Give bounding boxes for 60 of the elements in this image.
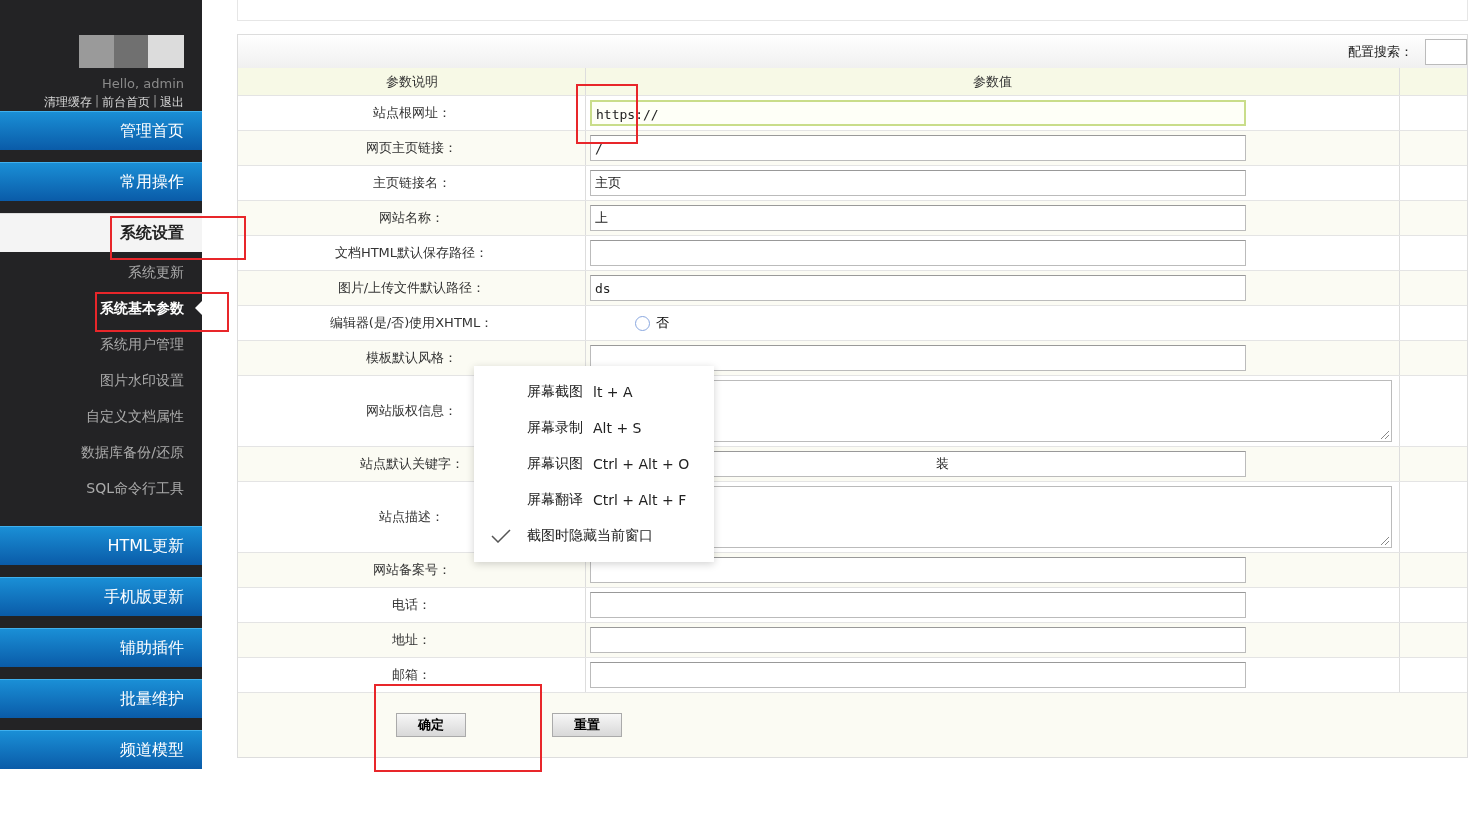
input-field[interactable]	[590, 240, 1246, 266]
submenu-item[interactable]: 自定义文档属性	[0, 398, 202, 434]
input-field[interactable]: 上	[590, 205, 1246, 231]
input-field[interactable]: /	[590, 135, 1246, 161]
menu-bar[interactable]: HTML更新	[0, 526, 202, 565]
column-header: 参数值	[586, 68, 1400, 95]
pointer-icon	[195, 301, 202, 315]
menu-bar[interactable]: 批量维护	[0, 679, 202, 718]
field-label: 编辑器(是/否)使用XHTML：	[238, 306, 586, 340]
field-label: 主页链接名：	[238, 166, 586, 200]
menu-bar[interactable]: 手机版更新	[0, 577, 202, 616]
input-field[interactable]	[590, 592, 1246, 618]
shortcut-label: Alt + S	[593, 420, 642, 436]
header-link[interactable]: 前台首页	[101, 94, 150, 111]
submenu-item[interactable]: 数据库备份/还原	[0, 434, 202, 470]
field-label: 网站名称：	[238, 201, 586, 235]
menu-item[interactable]: 屏幕录制	[527, 419, 589, 437]
menu-bar[interactable]: 频道模型	[0, 730, 202, 769]
input-field[interactable]	[590, 345, 1246, 371]
resize-grip-icon[interactable]	[1381, 431, 1389, 439]
separator: |	[94, 94, 99, 110]
field-label: 网页主页链接：	[238, 131, 586, 165]
form-button[interactable]: 重置	[552, 713, 622, 737]
shortcut-label: Ctrl + Alt + O	[593, 456, 690, 472]
resize-grip-icon[interactable]	[1381, 537, 1389, 545]
radio-button[interactable]	[635, 315, 650, 331]
submenu-item[interactable]: 系统更新	[0, 254, 202, 290]
shortcut-label: Ctrl + Alt + F	[593, 492, 687, 508]
radio-label: 否	[656, 314, 669, 332]
field-label: 文档HTML默认保存路径：	[238, 236, 586, 270]
menu-bar[interactable]: 系统设置	[0, 213, 202, 252]
header-link[interactable]: 清理缓存	[43, 94, 92, 111]
menu-item[interactable]: 屏幕识图	[527, 455, 589, 473]
search-label: 配置搜索：	[1348, 42, 1413, 61]
greeting: Hello, admin	[102, 76, 184, 91]
field-label: 图片/上传文件默认路径：	[238, 271, 586, 305]
field-label: 地址：	[238, 623, 586, 657]
menu-item[interactable]: 屏幕截图	[527, 383, 589, 401]
submenu-item[interactable]: 系统基本参数	[0, 290, 202, 326]
field-label: 邮箱：	[238, 658, 586, 692]
form-button[interactable]: 确定	[396, 713, 466, 737]
input-field[interactable]: 主页	[590, 170, 1246, 196]
menu-bar[interactable]: 常用操作	[0, 162, 202, 201]
search-field[interactable]	[1425, 38, 1467, 65]
input-field[interactable]	[590, 627, 1246, 653]
field-label: 站点根网址：	[238, 96, 586, 130]
field-label: 电话：	[238, 588, 586, 622]
separator: |	[152, 94, 157, 110]
submenu-item[interactable]: 系统用户管理	[0, 326, 202, 362]
shortcut-label: lt + A	[593, 384, 633, 400]
submenu-item[interactable]: SQL命令行工具	[0, 470, 202, 506]
menu-bar[interactable]: 管理首页	[0, 111, 202, 150]
submenu-item[interactable]: 图片水印设置	[0, 362, 202, 398]
menu-item[interactable]: 屏幕翻译	[527, 491, 589, 509]
input-field[interactable]	[590, 557, 1246, 583]
header-link[interactable]: 退出	[160, 94, 184, 111]
column-header: 参数说明	[238, 68, 586, 95]
input-field[interactable]: ds	[590, 275, 1246, 301]
menu-bar[interactable]: 辅助插件	[0, 628, 202, 667]
input-field[interactable]	[590, 662, 1246, 688]
